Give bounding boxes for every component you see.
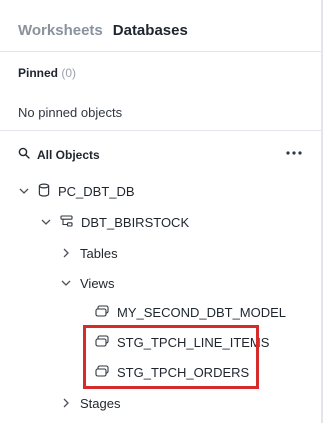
ellipsis-icon[interactable] [283,142,305,164]
schema-icon [60,214,73,230]
all-objects-label: All Objects [37,147,100,162]
tree-item-label: Stages [80,395,121,411]
divider [0,130,323,131]
tree-item-tables[interactable]: Tables [60,243,118,263]
tree-item-view[interactable]: MY_SECOND_DBT_MODEL [95,302,286,322]
highlight-annotation [83,325,259,389]
chevron-right-icon[interactable] [60,398,72,408]
tree-item-label: DBT_BBIRSTOCK [81,214,190,230]
tab-worksheets[interactable]: Worksheets [18,22,103,39]
pinned-section-header: Pinned (0) [18,66,76,80]
pinned-label: Pinned [18,66,59,80]
tab-bar: Worksheets Databases [18,22,188,39]
chevron-down-icon[interactable] [40,219,52,225]
tree-item-stages[interactable]: Stages [60,393,120,413]
all-objects-header: All Objects [18,147,100,162]
search-icon[interactable] [18,147,30,162]
divider [0,51,323,52]
chevron-right-icon[interactable] [60,248,72,258]
chevron-down-icon[interactable] [18,188,30,194]
tree-item-views[interactable]: Views [60,273,114,293]
no-pinned-message: No pinned objects [18,105,123,120]
tree-item-schema[interactable]: DBT_BBIRSTOCK [40,212,189,232]
tree-item-label: Views [80,275,115,291]
chevron-down-icon[interactable] [60,280,72,286]
tree-item-label: Tables [80,245,118,261]
pinned-count: (0) [61,66,77,80]
tab-databases[interactable]: Databases [113,22,188,39]
database-icon [38,183,50,200]
tree-item-database[interactable]: PC_DBT_DB [18,181,135,201]
tree-item-label: MY_SECOND_DBT_MODEL [117,304,287,320]
view-icon [95,304,109,320]
tree-item-label: PC_DBT_DB [58,183,135,199]
object-explorer-panel: Worksheets Databases Pinned (0) No pinne… [0,0,323,423]
